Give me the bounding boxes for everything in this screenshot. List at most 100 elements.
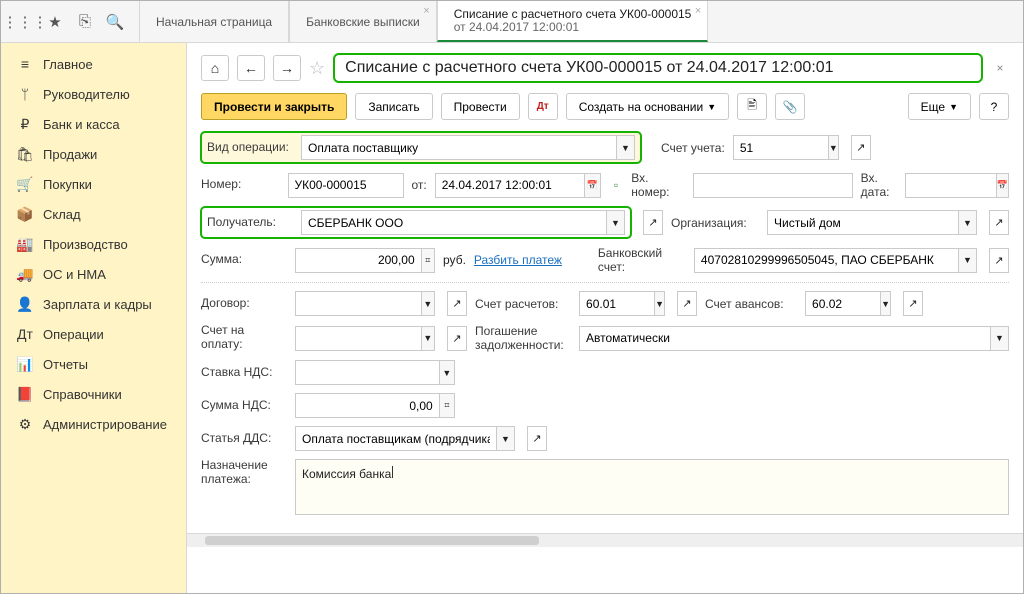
open-button[interactable]: ↗ [903, 291, 923, 316]
chevron-down-icon[interactable]: ▼ [958, 249, 976, 272]
sidebar-item-operations[interactable]: ДтОперации [1, 319, 186, 349]
search-icon[interactable]: 🔍 [107, 14, 123, 30]
date-field[interactable] [436, 174, 584, 197]
sidebar-item-purchases[interactable]: 🛒Покупки [1, 169, 186, 199]
open-button[interactable]: ↗ [447, 291, 467, 316]
number-input[interactable] [288, 173, 404, 198]
close-icon[interactable]: × [991, 59, 1009, 77]
chevron-down-icon[interactable]: ▼ [439, 361, 454, 384]
open-button[interactable]: ↗ [677, 291, 697, 316]
amount-input[interactable]: ⌗ [295, 248, 435, 273]
sidebar-item-refs[interactable]: 📕Справочники [1, 379, 186, 409]
tab-bank-statements[interactable]: Банковские выписки × [289, 1, 437, 42]
sidebar-item-admin[interactable]: ⚙Администрирование [1, 409, 186, 439]
postings-button[interactable]: Дт [528, 93, 558, 120]
split-payment-link[interactable]: Разбить платеж [474, 253, 562, 267]
sidebar-item-main[interactable]: ≡Главное [1, 49, 186, 79]
payment-account-select[interactable]: ▼ [295, 326, 435, 351]
grid-icon[interactable]: ⋮⋮⋮ [17, 14, 33, 30]
chevron-down-icon[interactable]: ▼ [880, 292, 890, 315]
chevron-down-icon[interactable]: ▼ [421, 327, 434, 350]
open-button[interactable]: ↗ [527, 426, 547, 451]
sidebar-item-reports[interactable]: 📊Отчеты [1, 349, 186, 379]
debt-settle-input[interactable] [580, 327, 990, 350]
calculator-icon[interactable]: ⌗ [439, 394, 454, 417]
open-button[interactable]: ↗ [851, 135, 871, 160]
amount-field[interactable] [296, 249, 421, 272]
print-button[interactable]: 🖹 [737, 93, 767, 120]
attach-button[interactable]: 📎 [775, 93, 805, 120]
contract-select[interactable]: ▼ [295, 291, 435, 316]
settle-account-select[interactable]: ▼ [579, 291, 665, 316]
chevron-down-icon[interactable]: ▼ [990, 327, 1008, 350]
bank-account-select[interactable]: ▼ [694, 248, 977, 273]
post-and-close-button[interactable]: Провести и закрыть [201, 93, 347, 120]
payment-account-input[interactable] [296, 327, 421, 350]
calculator-icon[interactable]: ⌗ [421, 249, 434, 272]
sidebar-item-sales[interactable]: 🛍Продажи [1, 139, 186, 169]
date-input[interactable]: 📅 [435, 173, 601, 198]
save-button[interactable]: Записать [355, 93, 432, 120]
date-prefix: от: [412, 178, 427, 192]
favorite-icon[interactable]: ☆ [309, 58, 325, 79]
tab-start-page[interactable]: Начальная страница [139, 1, 289, 42]
bank-account-input[interactable] [695, 249, 958, 272]
vat-rate-select[interactable]: ▼ [295, 360, 455, 385]
sidebar-item-label: Операции [43, 327, 104, 342]
chevron-down-icon[interactable]: ▼ [616, 136, 634, 159]
advance-account-select[interactable]: ▼ [805, 291, 891, 316]
close-icon[interactable]: × [423, 5, 429, 17]
sidebar-item-assets[interactable]: 🚚ОС и НМА [1, 259, 186, 289]
close-icon[interactable]: × [695, 5, 701, 17]
tab-doc-current[interactable]: Списание с расчетного счета УК00-000015 … [437, 1, 709, 42]
more-button[interactable]: Еще▼ [908, 93, 971, 120]
copy-icon[interactable]: ⎘ [77, 14, 93, 30]
sidebar-item-manager[interactable]: ᛘРуководителю [1, 79, 186, 109]
advance-account-input[interactable] [806, 292, 880, 315]
operation-type-input[interactable] [302, 136, 616, 159]
purpose-textarea[interactable]: Комиссия банка [295, 459, 1009, 515]
vat-amount-input[interactable] [296, 394, 439, 417]
org-select[interactable]: ▼ [767, 210, 977, 235]
home-button[interactable]: ⌂ [201, 55, 229, 81]
org-input[interactable] [768, 211, 958, 234]
contract-input[interactable] [296, 292, 421, 315]
operation-type-select[interactable]: ▼ [301, 135, 635, 160]
chevron-down-icon[interactable]: ▼ [606, 211, 624, 234]
back-button[interactable]: ← [237, 55, 265, 81]
calendar-icon[interactable]: 📅 [584, 174, 600, 197]
in-date-input[interactable]: 📅 [905, 173, 1009, 198]
sidebar-item-production[interactable]: 🏭Производство [1, 229, 186, 259]
star-icon[interactable]: ★ [47, 14, 63, 30]
dds-select[interactable]: ▼ [295, 426, 515, 451]
sidebar-item-warehouse[interactable]: 📦Склад [1, 199, 186, 229]
recipient-select[interactable]: ▼ [301, 210, 625, 235]
in-date-field[interactable] [906, 174, 996, 197]
post-button[interactable]: Провести [441, 93, 520, 120]
sidebar-item-hr[interactable]: 👤Зарплата и кадры [1, 289, 186, 319]
debt-settle-select[interactable]: ▼ [579, 326, 1009, 351]
open-button[interactable]: ↗ [643, 210, 663, 235]
open-button[interactable]: ↗ [447, 326, 467, 351]
settle-account-input[interactable] [580, 292, 654, 315]
forward-button[interactable]: → [273, 55, 301, 81]
chevron-down-icon[interactable]: ▼ [828, 136, 838, 159]
calendar-icon[interactable]: 📅 [996, 174, 1008, 197]
chevron-down-icon[interactable]: ▼ [496, 427, 514, 450]
chevron-down-icon[interactable]: ▼ [654, 292, 664, 315]
chevron-down-icon[interactable]: ▼ [958, 211, 976, 234]
recipient-input[interactable] [302, 211, 606, 234]
account-select[interactable]: ▼ [733, 135, 839, 160]
create-based-button[interactable]: Создать на основании▼ [566, 93, 729, 120]
open-button[interactable]: ↗ [989, 210, 1009, 235]
vat-rate-input[interactable] [296, 361, 439, 384]
dds-input[interactable] [296, 427, 496, 450]
account-input[interactable] [734, 136, 828, 159]
chevron-down-icon[interactable]: ▼ [421, 292, 434, 315]
scrollbar-horizontal[interactable] [187, 533, 1023, 547]
open-button[interactable]: ↗ [989, 248, 1009, 273]
sidebar-item-bank[interactable]: ₽Банк и касса [1, 109, 186, 139]
help-button[interactable]: ? [979, 93, 1009, 120]
vat-amount-input-wrap[interactable]: ⌗ [295, 393, 455, 418]
in-number-input[interactable] [693, 173, 853, 198]
